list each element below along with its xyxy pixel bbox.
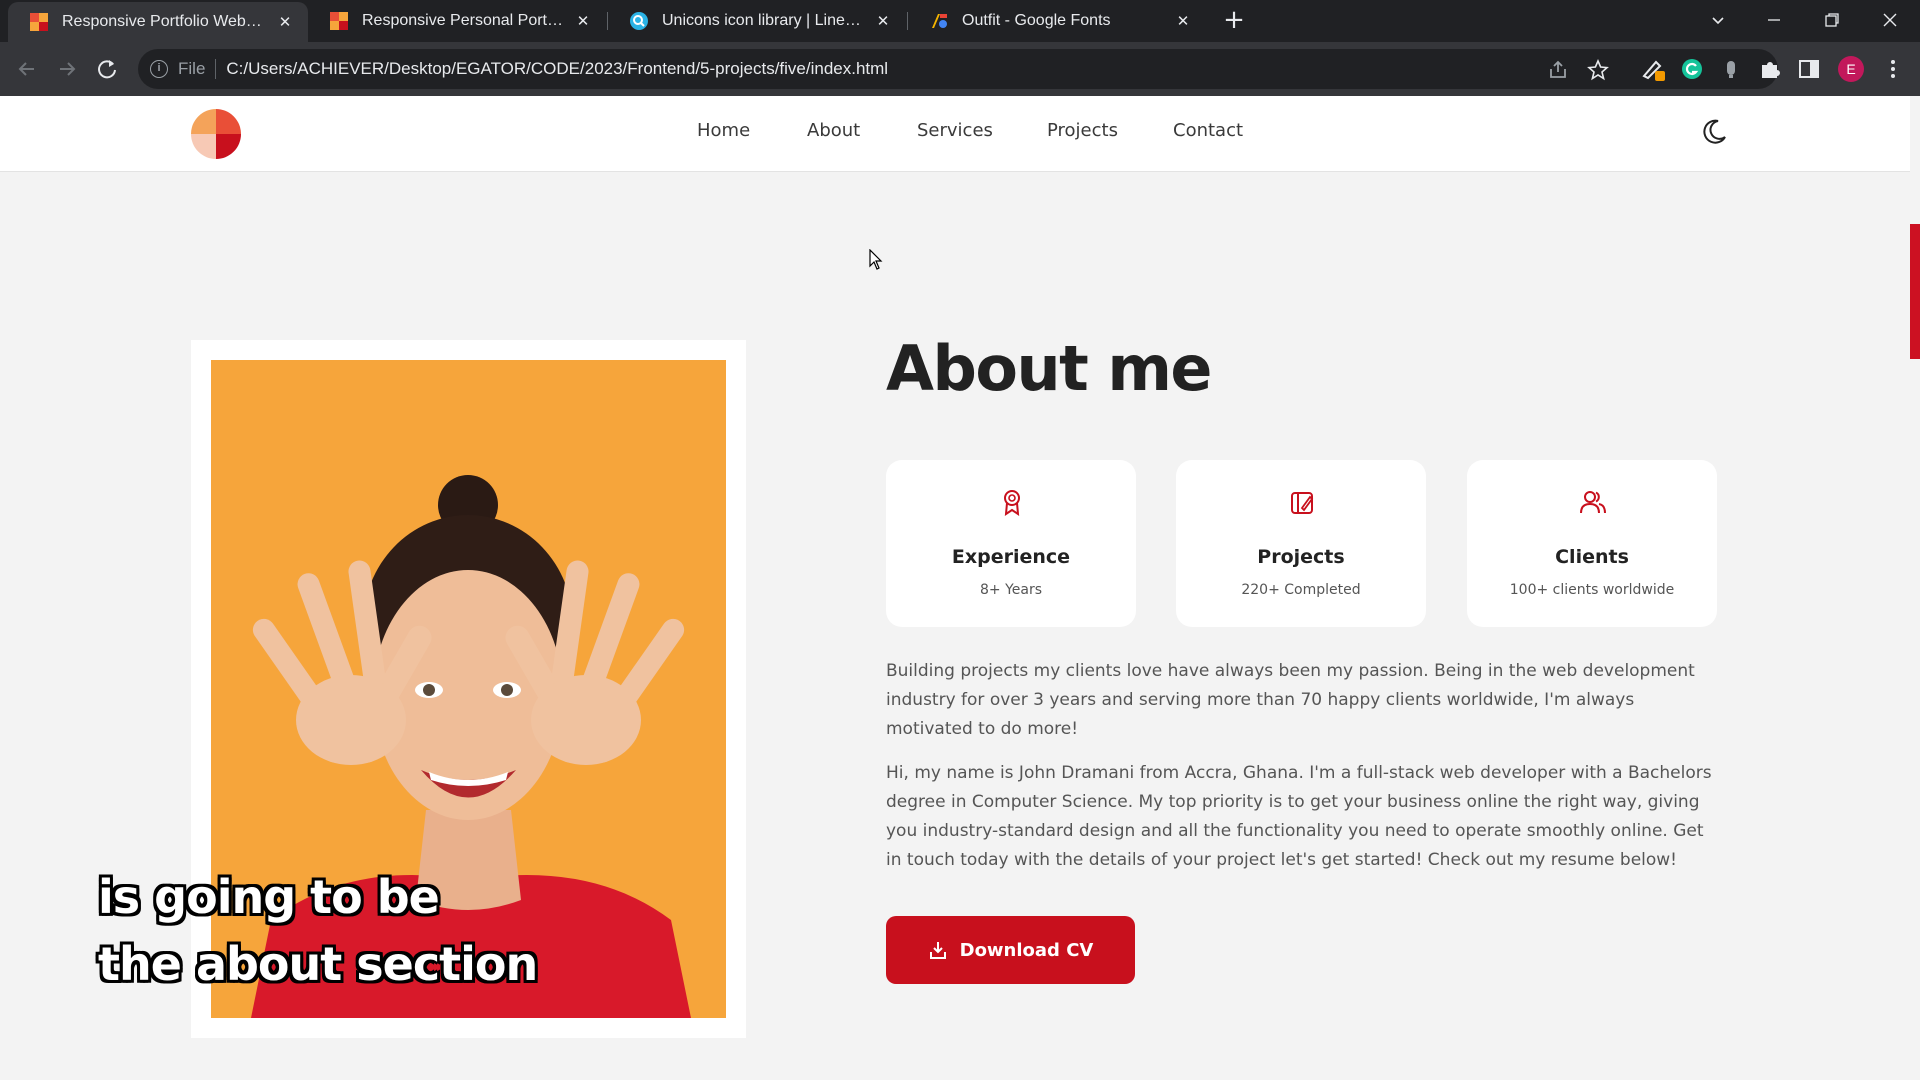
about-title: About me: [886, 332, 1212, 405]
moon-icon[interactable]: [1698, 116, 1730, 148]
tab-title: Outfit - Google Fonts: [962, 12, 1111, 29]
tab-close-icon[interactable]: ✕: [574, 12, 592, 30]
experience-card: Experience 8+ Years: [886, 460, 1136, 627]
card-subtitle: 8+ Years: [979, 582, 1043, 598]
nav-home[interactable]: Home: [697, 120, 750, 141]
back-arrow-icon[interactable]: [14, 56, 40, 82]
award-icon: [1004, 490, 1020, 516]
caption-line-1: is going to be: [98, 870, 440, 924]
card-title: Clients: [1555, 546, 1629, 568]
mouse-cursor-icon: [869, 249, 883, 270]
download-cv-button[interactable]: Download CV: [886, 916, 1135, 984]
address-url[interactable]: C:/Users/ACHIEVER/Desktop/EGATOR/CODE/20…: [226, 59, 888, 79]
portfolio-favicon-icon: [30, 13, 48, 31]
card-title: Experience: [951, 546, 1071, 568]
nav-services[interactable]: Services: [917, 120, 993, 141]
portfolio-favicon-icon: [330, 12, 348, 30]
address-bar[interactable]: i File C:/Users/ACHIEVER/Desktop/EGATOR/…: [138, 49, 1778, 89]
pen-extension-icon[interactable]: [1640, 56, 1666, 82]
users-icon: [1580, 491, 1606, 514]
card-title: Projects: [1257, 546, 1345, 568]
bookmark-star-icon[interactable]: [1587, 59, 1609, 81]
restore-icon: [1825, 13, 1839, 27]
minimize-button[interactable]: [1746, 0, 1802, 40]
tab-close-icon[interactable]: ✕: [874, 12, 892, 30]
projects-card: Projects 220+ Completed: [1176, 460, 1426, 627]
card-subtitle: 100+ clients worldwide: [1509, 582, 1675, 598]
tab-title: Unicons icon library | Line | Mond: [662, 12, 864, 29]
info-icon[interactable]: i: [150, 60, 168, 78]
close-icon: [1883, 13, 1897, 27]
tab-search-button[interactable]: [1690, 0, 1746, 40]
extension-mic-icon[interactable]: [1718, 56, 1744, 82]
nav-about[interactable]: About: [807, 120, 860, 141]
kebab-menu-icon[interactable]: [1880, 56, 1906, 82]
address-divider: [215, 59, 217, 79]
download-cv-label: Download CV: [959, 939, 1094, 961]
minimize-icon: [1768, 19, 1780, 21]
tab-responsive-personal-portfolio[interactable]: Responsive Personal Portfolio We ✕: [308, 0, 606, 42]
google-fonts-favicon-icon: [932, 14, 947, 28]
tab-close-icon[interactable]: ✕: [276, 13, 294, 31]
reload-icon[interactable]: [94, 56, 120, 82]
tab-google-fonts[interactable]: Outfit - Google Fonts ✕: [908, 0, 1206, 42]
grammarly-icon[interactable]: [1679, 56, 1705, 82]
site-header: Home About Services Projects Contact: [0, 96, 1910, 172]
unicons-favicon-icon: [630, 12, 648, 30]
about-paragraph-2: Hi, my name is John Dramani from Accra, …: [886, 763, 1712, 870]
tab-unicons[interactable]: Unicons icon library | Line | Mond ✕: [608, 0, 906, 42]
site-logo-icon[interactable]: [191, 109, 241, 159]
about-image-frame: [191, 340, 746, 1038]
scrollbar-thumb[interactable]: [1910, 224, 1920, 359]
caption-line-2: the about section: [98, 937, 538, 991]
puzzle-extensions-icon[interactable]: [1757, 56, 1783, 82]
close-window-button[interactable]: [1862, 0, 1918, 40]
download-icon: [929, 942, 946, 959]
tab-title: Responsive Personal Portfolio We: [362, 12, 564, 29]
chevron-down-icon: [1712, 17, 1724, 25]
browser-tab-bar: Responsive Portfolio Website ✕ Responsiv…: [0, 0, 1920, 42]
tab-responsive-portfolio[interactable]: Responsive Portfolio Website ✕: [8, 2, 308, 42]
new-tab-button[interactable]: +: [1220, 7, 1248, 35]
card-subtitle: 220+ Completed: [1241, 582, 1361, 598]
address-scheme: File: [178, 59, 206, 78]
clients-card: Clients 100+ clients worldwide: [1467, 460, 1717, 627]
forward-arrow-icon[interactable]: [54, 56, 80, 82]
profile-avatar[interactable]: E: [1838, 56, 1864, 82]
nav-projects[interactable]: Projects: [1047, 120, 1118, 141]
restore-button[interactable]: [1804, 0, 1860, 40]
about-paragraph-1: Building projects my clients love have a…: [886, 661, 1695, 739]
browser-toolbar: i File C:/Users/ACHIEVER/Desktop/EGATOR/…: [0, 42, 1920, 96]
website-viewport: Home About Services Projects Contact Abo…: [0, 96, 1910, 1080]
briefcase-icon: [1291, 492, 1314, 514]
profile-initial: E: [1846, 61, 1856, 77]
nav-contact[interactable]: Contact: [1173, 120, 1243, 141]
side-panel-icon[interactable]: [1796, 56, 1822, 82]
tab-close-icon[interactable]: ✕: [1174, 12, 1192, 30]
tab-title: Responsive Portfolio Website: [62, 13, 266, 30]
share-icon[interactable]: [1547, 59, 1569, 81]
